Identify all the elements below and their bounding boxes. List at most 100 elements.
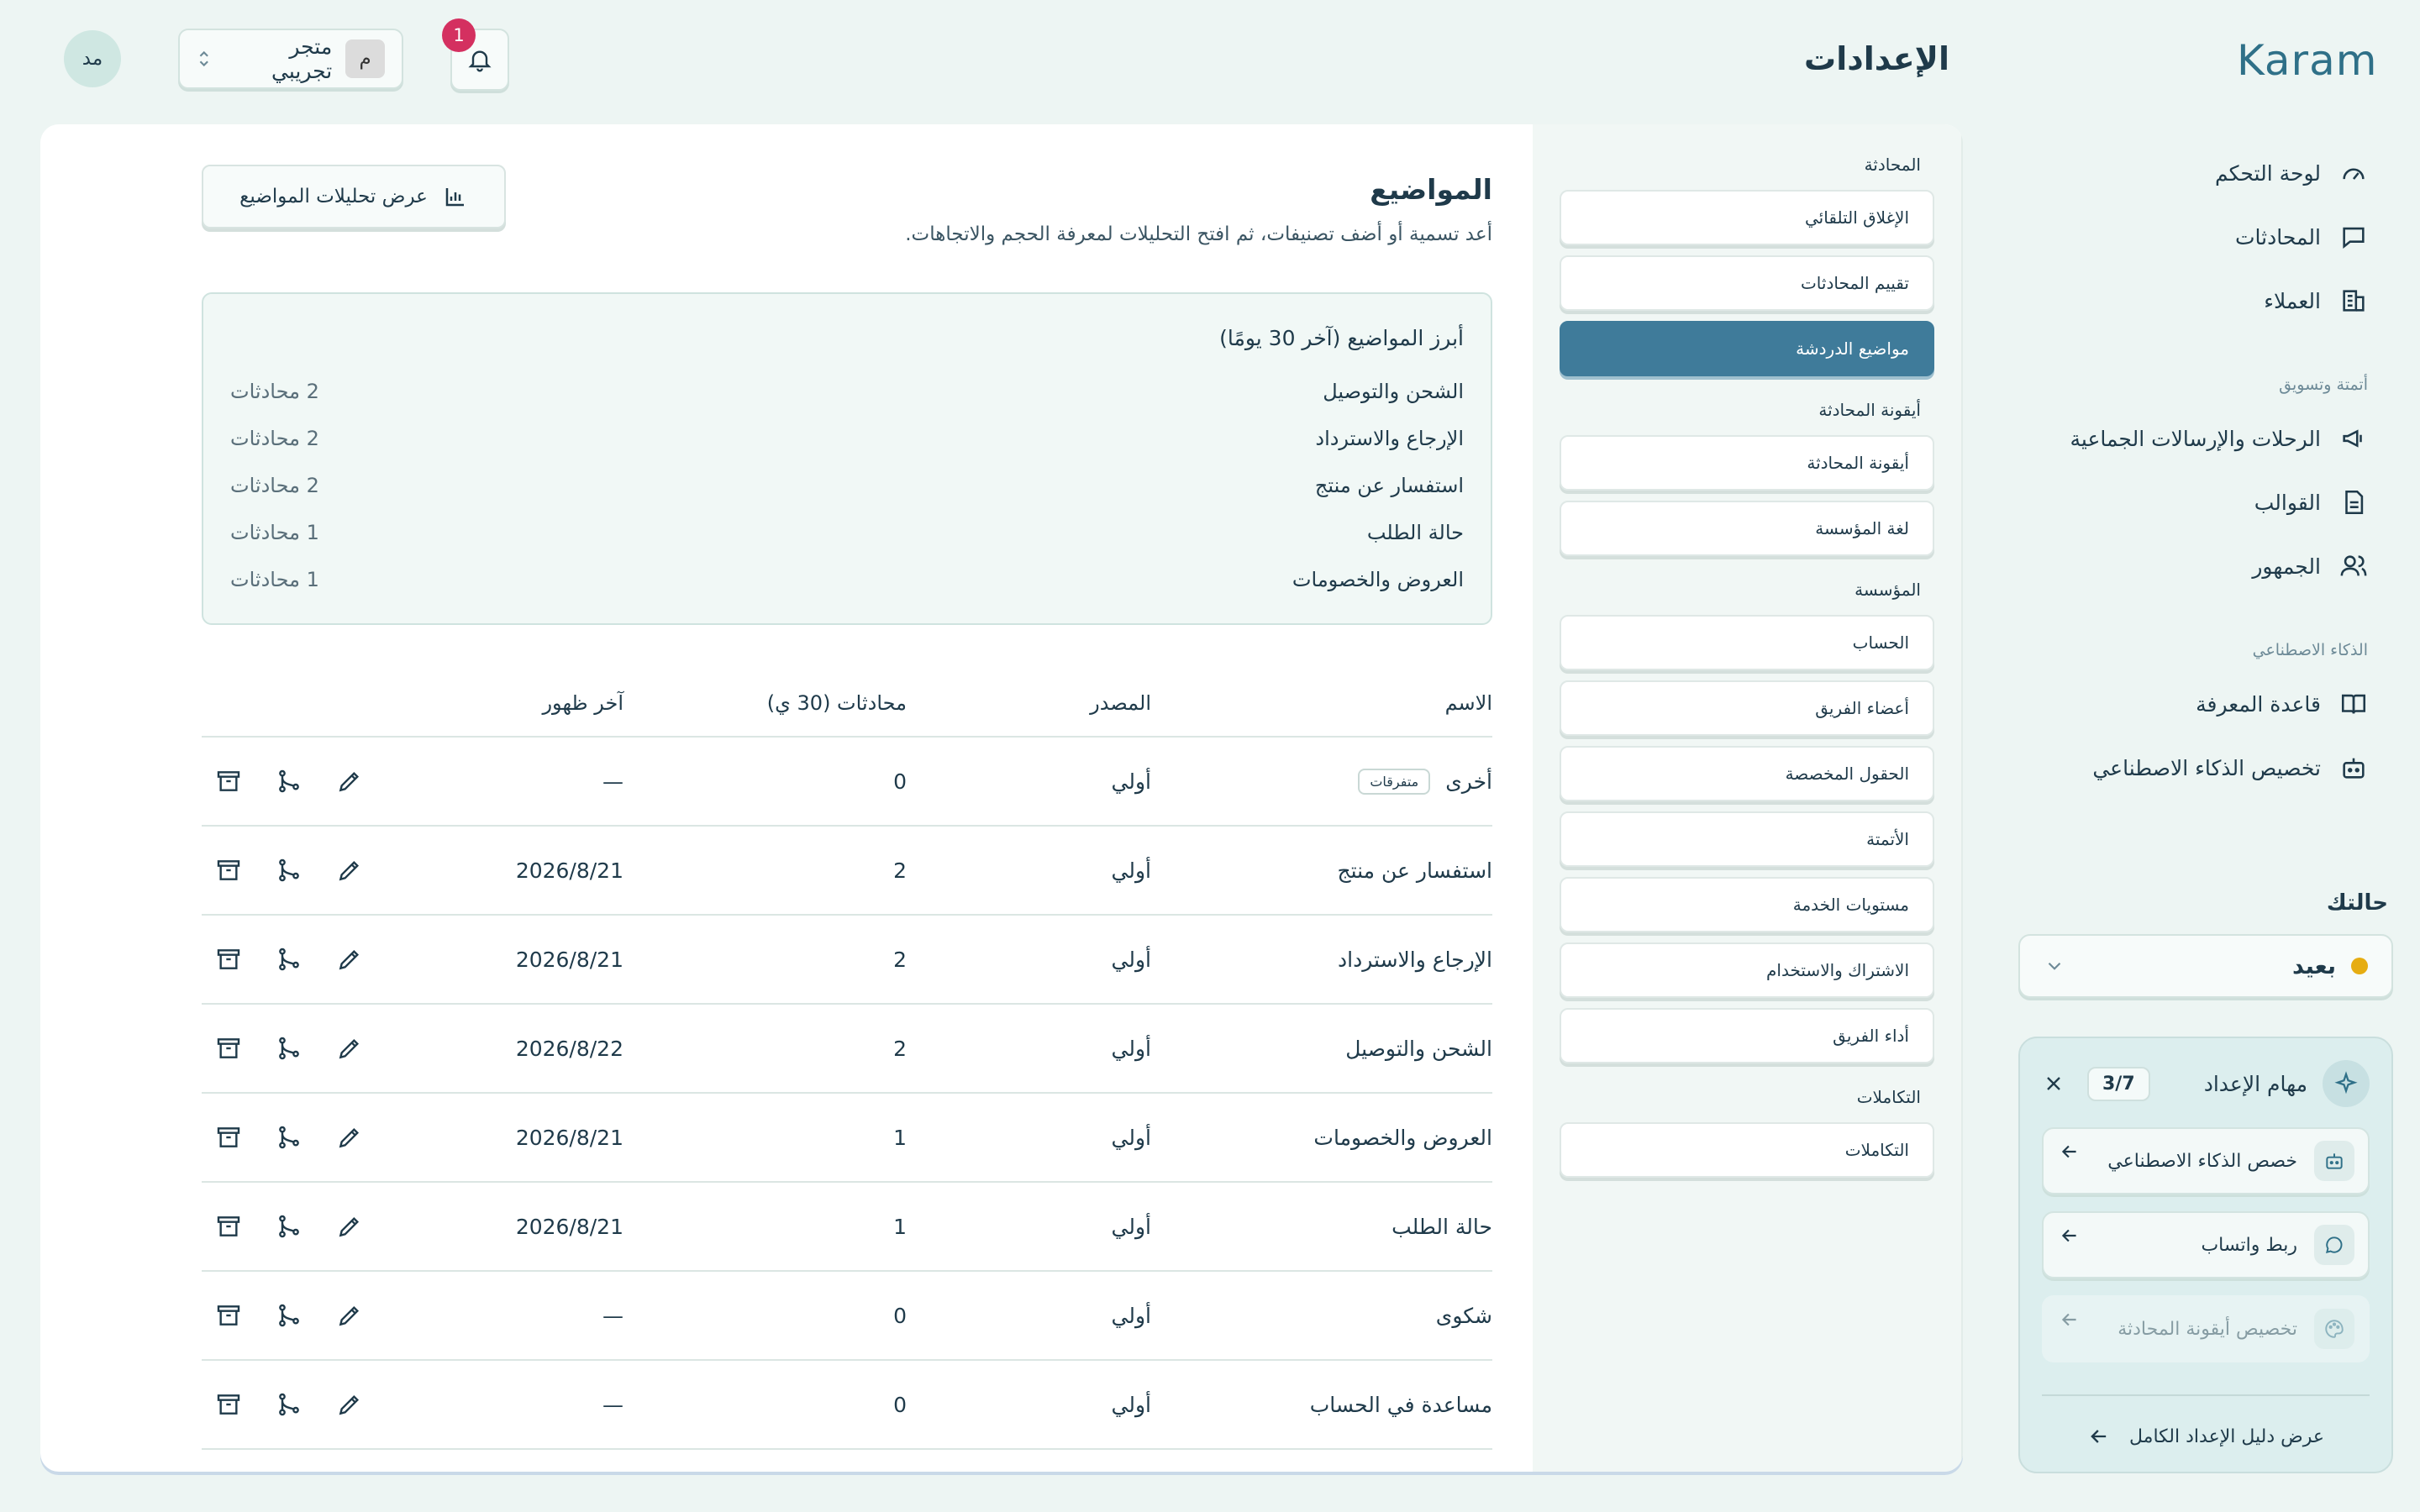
nav-label: الرحلات والإرسالات الجماعية xyxy=(2070,426,2322,451)
merge-icon[interactable] xyxy=(276,857,302,884)
status-text: بعيد xyxy=(2292,953,2336,979)
topic-tag: متفرقات xyxy=(1358,768,1431,795)
onboarding-task-widget[interactable]: تخصيص أيقونة المحادثة xyxy=(2042,1295,2370,1362)
merge-icon[interactable] xyxy=(276,1124,302,1151)
onboarding-divider xyxy=(2042,1394,2370,1396)
nav-item-customers[interactable]: العملاء xyxy=(2044,269,2380,333)
topics-content: المواضيع أعد تسمية أو أضف تصنيفات، ثم اف… xyxy=(40,124,1533,1472)
brand-logo[interactable]: Karam xyxy=(2237,35,2380,86)
pencil-icon[interactable] xyxy=(336,1302,363,1329)
settings-item-team-performance[interactable]: أداء الفريق xyxy=(1560,1008,1934,1063)
pencil-icon[interactable] xyxy=(336,1213,363,1240)
topic-conversations: 0 xyxy=(893,769,907,794)
archive-icon[interactable] xyxy=(215,1391,242,1418)
status-select[interactable]: بعيد xyxy=(2018,934,2393,998)
settings-item-org-language[interactable]: لغة المؤسسة xyxy=(1560,501,1934,556)
close-icon[interactable] xyxy=(2042,1072,2065,1095)
nav-item-templates[interactable]: القوالب xyxy=(2044,470,2380,534)
archive-icon[interactable] xyxy=(215,857,242,884)
settings-group-organization: المؤسسة xyxy=(1854,580,1921,600)
top-topic-name: الشحن والتوصيل xyxy=(1323,380,1464,403)
nav-item-conversations[interactable]: المحادثات xyxy=(2044,205,2380,269)
pencil-icon[interactable] xyxy=(336,1035,363,1062)
nav-item-ai-customization[interactable]: تخصيص الذكاء الاصطناعي xyxy=(2044,736,2380,800)
top-topic-name: الإرجاع والاسترداد xyxy=(1315,427,1464,450)
row-actions xyxy=(215,1302,363,1329)
settings-item-auto-close[interactable]: الإغلاق التلقائي xyxy=(1560,190,1934,245)
settings-item-integrations[interactable]: التكاملات xyxy=(1560,1122,1934,1178)
chevron-updown-icon xyxy=(199,50,208,67)
nav-item-journeys[interactable]: الرحلات والإرسالات الجماعية xyxy=(2044,407,2380,470)
settings-item-sla[interactable]: مستويات الخدمة xyxy=(1560,877,1934,932)
merge-icon[interactable] xyxy=(276,1391,302,1418)
topic-last-seen: 2026/8/21 xyxy=(515,947,623,972)
topic-name: شكوى xyxy=(1435,1303,1492,1328)
topic-last-seen: 2026/8/21 xyxy=(515,858,623,883)
settings-item-chat-topics[interactable]: مواضيع الدردشة xyxy=(1560,321,1934,376)
pencil-icon[interactable] xyxy=(336,1391,363,1418)
nav-item-knowledge-base[interactable]: قاعدة المعرفة xyxy=(2044,672,2380,736)
settings-item-subscription[interactable]: الاشتراك والاستخدام xyxy=(1560,942,1934,998)
nav-label: القوالب xyxy=(2254,490,2321,515)
nav-item-audience[interactable]: الجمهور xyxy=(2044,534,2380,598)
store-switcher[interactable]: م متجر تجريبي xyxy=(178,29,403,89)
archive-icon[interactable] xyxy=(215,946,242,973)
onboarding-tools: 3/7 xyxy=(2042,1066,2150,1101)
pencil-icon[interactable] xyxy=(336,768,363,795)
topic-analytics-button[interactable]: عرض تحليلات المواضيع xyxy=(202,165,506,228)
column-header-conversations[interactable]: محادثات (30 ي) xyxy=(767,691,907,715)
table-row: مساعدة في الحساب أولي 0 — xyxy=(202,1361,1492,1450)
archive-icon[interactable] xyxy=(215,1302,242,1329)
column-header-source[interactable]: المصدر xyxy=(1090,691,1151,715)
merge-icon[interactable] xyxy=(276,946,302,973)
settings-item-custom-fields[interactable]: الحقول المخصصة xyxy=(1560,746,1934,801)
column-header-name[interactable]: الاسم xyxy=(1445,691,1492,715)
row-actions xyxy=(215,768,363,795)
onboarding-guide-link[interactable]: عرض دليل الإعداد الكامل xyxy=(2042,1413,2370,1460)
pencil-icon[interactable] xyxy=(336,1124,363,1151)
chevron-down-icon xyxy=(2048,962,2061,970)
table-row: شكوى أولي 0 — xyxy=(202,1272,1492,1361)
merge-icon[interactable] xyxy=(276,1302,302,1329)
archive-icon[interactable] xyxy=(215,768,242,795)
bar-chart-icon xyxy=(445,188,464,207)
task-label: ربط واتساب xyxy=(2201,1234,2297,1256)
merge-icon[interactable] xyxy=(276,768,302,795)
onboarding-task-whatsapp[interactable]: ربط واتساب xyxy=(2042,1211,2370,1278)
settings-item-automation[interactable]: الأتمتة xyxy=(1560,811,1934,867)
row-actions xyxy=(215,1035,363,1062)
archive-icon[interactable] xyxy=(215,1035,242,1062)
settings-item-team-members[interactable]: أعضاء الفريق xyxy=(1560,680,1934,736)
topic-last-seen: — xyxy=(602,769,623,794)
settings-item-ratings[interactable]: تقييم المحادثات xyxy=(1560,255,1934,311)
topic-name-cell: مساعدة في الحساب xyxy=(1310,1393,1492,1417)
topic-source: أولي xyxy=(1111,1392,1151,1417)
settings-item-account[interactable]: الحساب xyxy=(1560,615,1934,670)
onboarding-task-ai[interactable]: خصص الذكاء الاصطناعي xyxy=(2042,1127,2370,1194)
settings-item-widget[interactable]: أيقونة المحادثة xyxy=(1560,435,1934,491)
document-icon xyxy=(2345,490,2364,515)
main-nav: لوحة التحكم المحادثات العملاء أتمتة وتسو… xyxy=(2044,141,2380,800)
onboarding-title: مهام الإعداد xyxy=(2204,1060,2370,1107)
nav-item-dashboard[interactable]: لوحة التحكم xyxy=(2044,141,2380,205)
merge-icon[interactable] xyxy=(276,1035,302,1062)
nav-label: قاعدة المعرفة xyxy=(2196,691,2321,717)
users-icon xyxy=(2340,555,2367,576)
task-content: تخصيص أيقونة المحادثة xyxy=(2118,1309,2354,1349)
topic-source: أولي xyxy=(1111,947,1151,972)
topic-source: أولي xyxy=(1111,1036,1151,1061)
top-topic-count: 1 محادثات xyxy=(230,568,319,591)
pencil-icon[interactable] xyxy=(336,857,363,884)
user-avatar[interactable]: مد xyxy=(64,30,121,87)
column-header-last-seen[interactable]: آخر ظهور xyxy=(542,691,623,715)
row-actions xyxy=(215,1124,363,1151)
topic-name-cell: شكوى xyxy=(1436,1304,1492,1328)
archive-icon[interactable] xyxy=(215,1213,242,1240)
archive-icon[interactable] xyxy=(215,1124,242,1151)
topic-name-cell: حالة الطلب xyxy=(1392,1215,1492,1239)
merge-icon[interactable] xyxy=(276,1213,302,1240)
topic-conversations: 2 xyxy=(893,858,907,883)
pencil-icon[interactable] xyxy=(336,946,363,973)
topic-name: حالة الطلب xyxy=(1392,1214,1492,1239)
table-row: أخرى متفرقات أولي 0 — xyxy=(202,738,1492,827)
